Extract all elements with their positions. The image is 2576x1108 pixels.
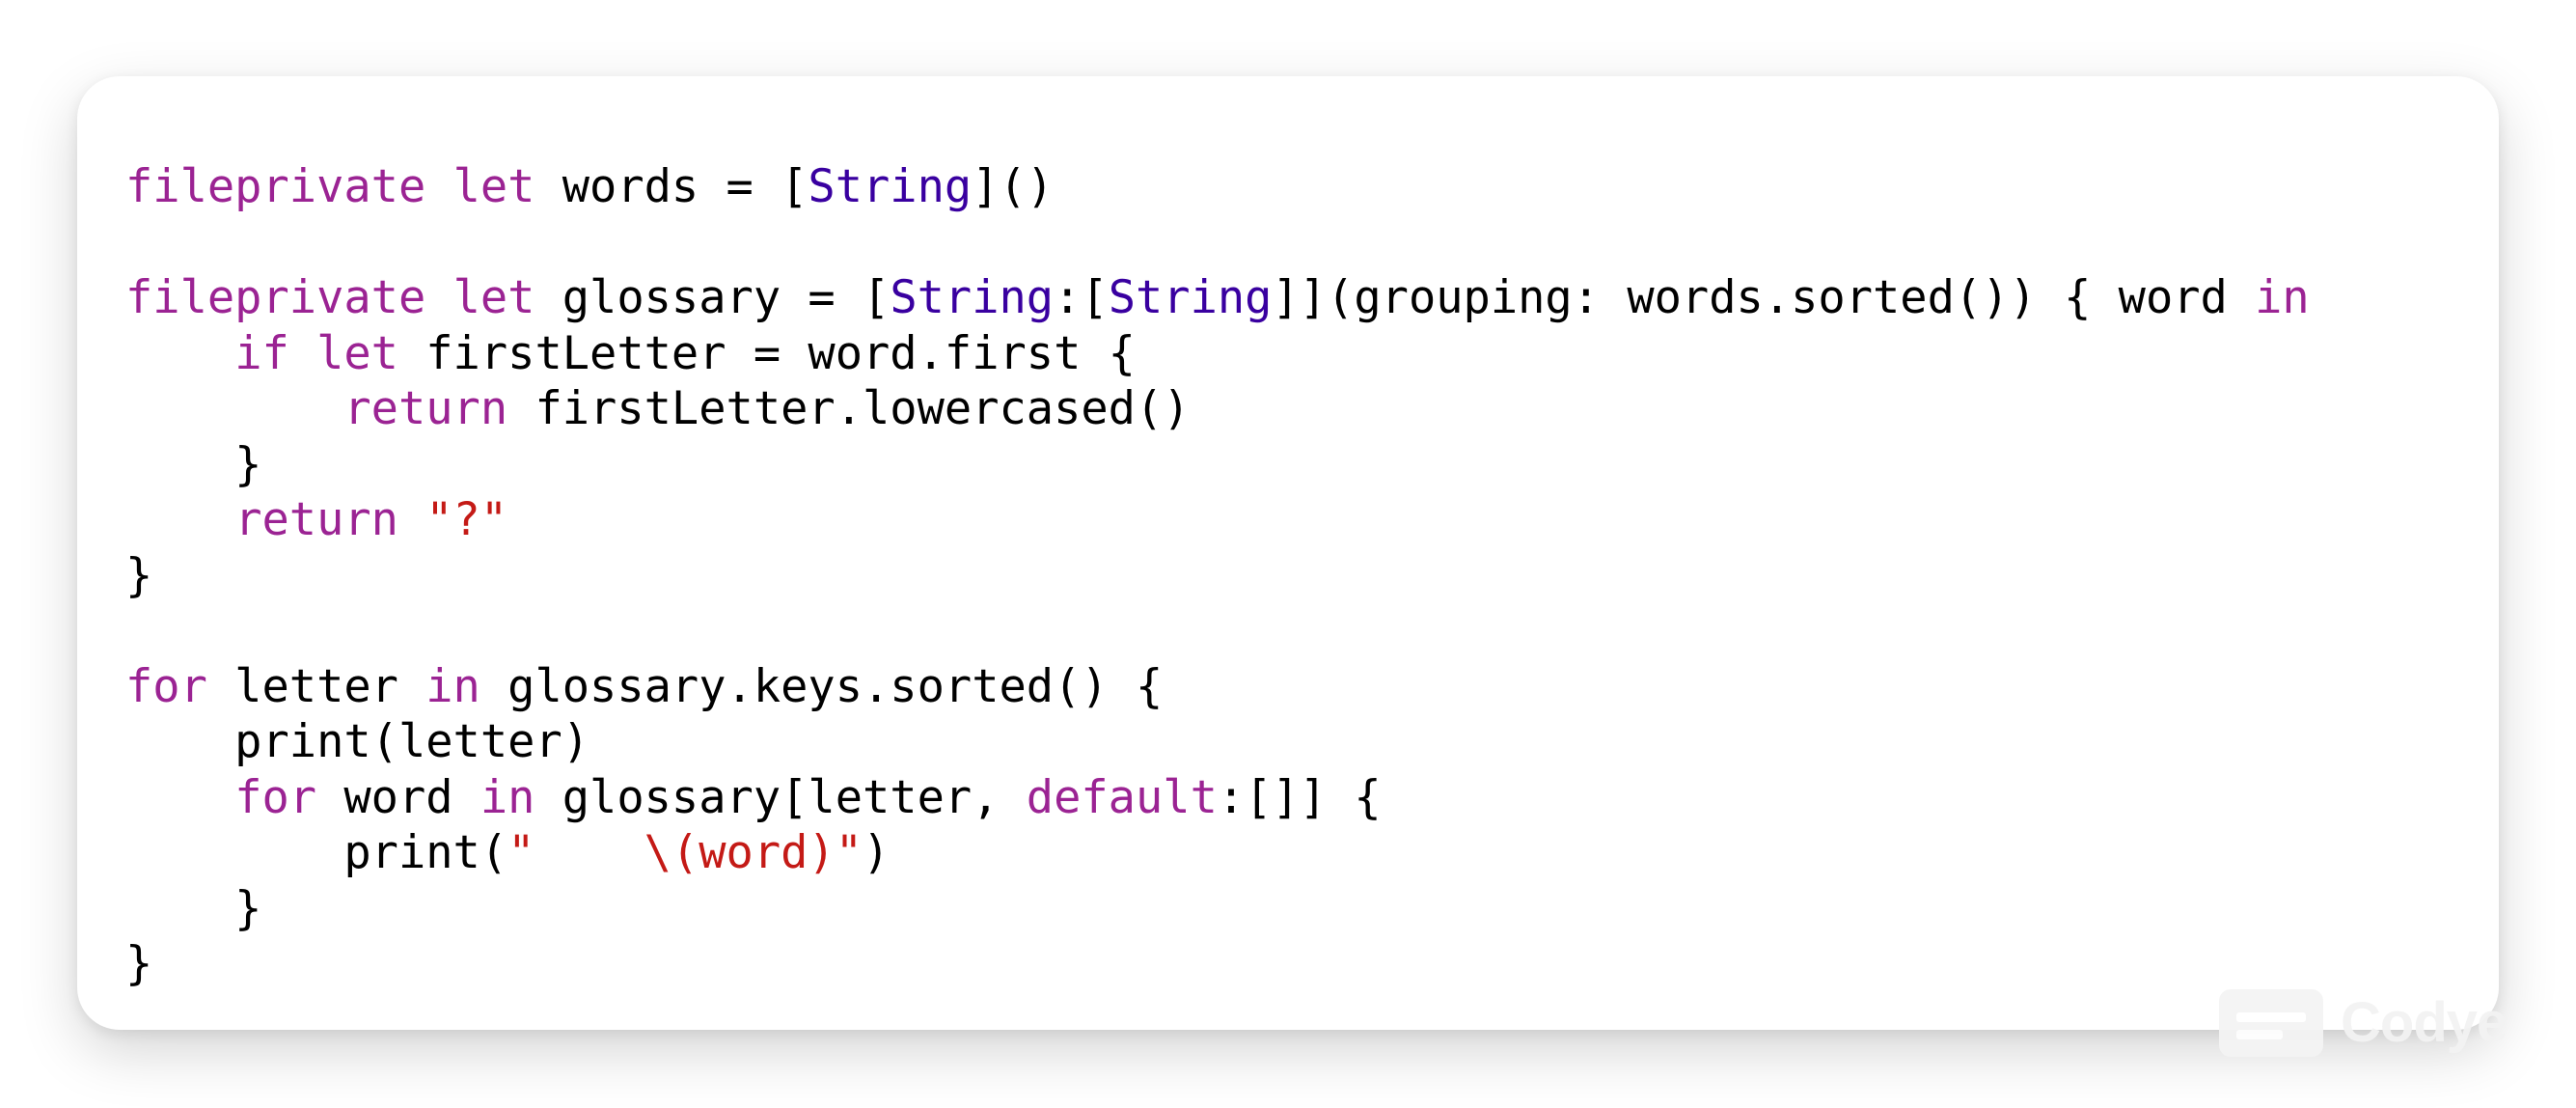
code-token-type: String [1108,271,1273,324]
code-token-plain: words = [ [534,160,808,213]
code-token-keyword: for [234,770,317,824]
code-token-plain: } [125,437,262,491]
code-token-plain: } [125,937,153,990]
code-token-plain: print(letter) [125,715,590,768]
code-line: print(" \(word)") [125,825,2310,881]
code-token-plain: :[ [1054,271,1109,324]
code-token-type: String [890,271,1055,324]
code-line: } [125,881,2310,937]
code-token-keyword: let [452,160,535,213]
code-line: fileprivate let glossary = [String:[Stri… [125,270,2310,326]
code-token-keyword: for [125,659,207,713]
swift-code-block: fileprivate let words = [String]() filepr… [125,159,2310,992]
code-token-plain: ) [863,826,891,879]
code-token-plain: glossary[letter, [534,770,1027,824]
code-line: return "?" [125,492,2310,548]
code-token-keyword: in [480,770,535,824]
code-token-keyword: default [1026,770,1218,824]
code-line: } [125,548,2310,604]
code-token-plain: :[]] { [1217,770,1382,824]
code-line: if let firstLetter = word.first { [125,326,2310,382]
code-token-plain: ]](grouping: words.sorted()) { word [1272,271,2256,324]
code-token-keyword: if [234,326,289,380]
codye-watermark: Codye [2219,984,2507,1062]
code-token-string: " \(word)" [507,826,863,879]
code-token-keyword: return [343,382,508,435]
code-line: fileprivate let words = [String]() [125,159,2310,215]
code-line: for letter in glossary.keys.sorted() { [125,659,2310,715]
code-token-plain: firstLetter = word.first { [397,326,1136,380]
code-token-keyword: let [316,326,398,380]
code-token-plain: ]() [972,160,1055,213]
code-token-type: String [808,160,973,213]
code-token-keyword: in [2255,271,2310,324]
code-token-plain: } [125,548,153,602]
code-token-plain: firstLetter.lowercased() [507,382,1191,435]
code-token-string: "?" [425,493,508,546]
code-line: } [125,936,2310,992]
code-line: return firstLetter.lowercased() [125,381,2310,437]
watermark-label: Codye [2341,991,2507,1054]
code-token-keyword: fileprivate [125,160,426,213]
code-snippet-icon [2219,989,2323,1057]
code-line: } [125,437,2310,493]
code-token-keyword: in [425,659,480,713]
code-token-plain: letter [206,659,426,713]
code-token-keyword: fileprivate [125,271,426,324]
code-token-plain: } [125,881,262,935]
code-line: print(letter) [125,714,2310,770]
code-token-plain: print( [125,826,508,879]
code-token-plain: glossary.keys.sorted() { [480,659,1164,713]
code-line: for word in glossary[letter, default:[]]… [125,770,2310,826]
code-token-keyword: return [234,493,398,546]
code-token-plain: glossary = [ [534,271,891,324]
code-token-plain: word [316,770,480,824]
code-snippet-card: fileprivate let words = [String]() filepr… [77,76,2499,1030]
code-token-keyword: let [452,271,535,324]
